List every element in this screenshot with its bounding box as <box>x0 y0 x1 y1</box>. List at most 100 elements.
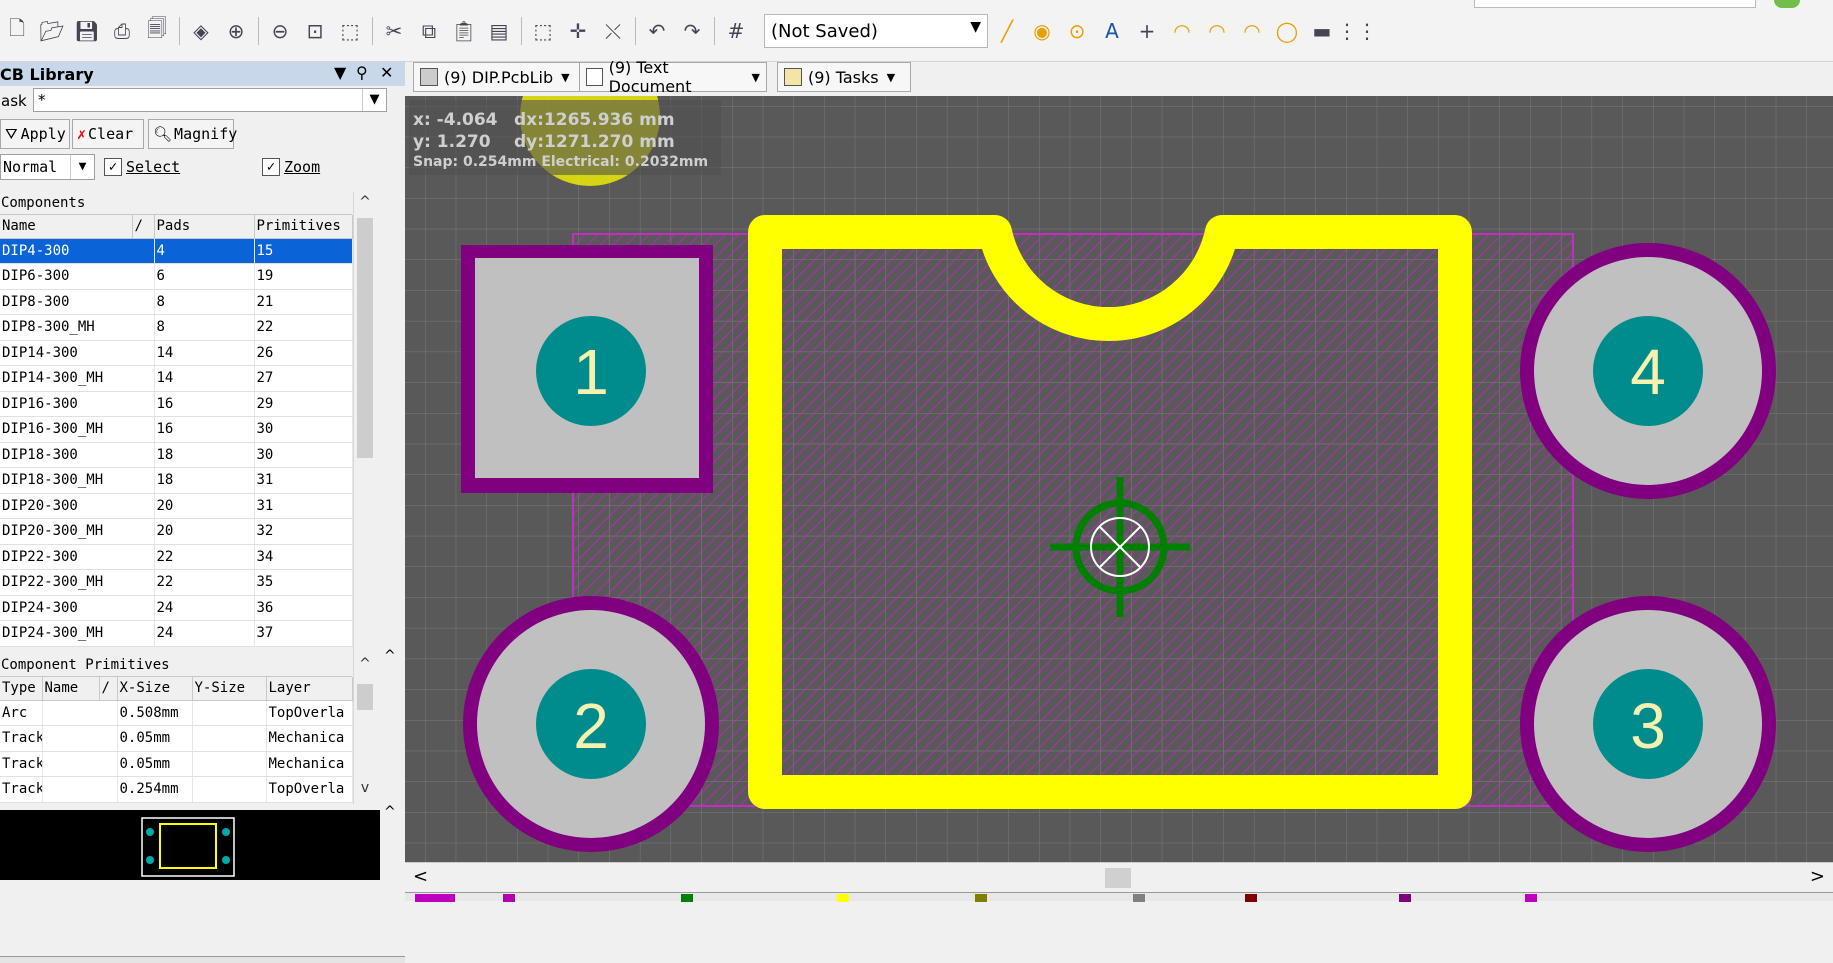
component-row[interactable]: DIP16-300 16 29 <box>0 391 353 417</box>
chevron-right-icon[interactable]: > <box>1810 866 1825 887</box>
place-pad-icon[interactable]: ◉ <box>1025 14 1059 48</box>
chevron-down-icon[interactable]: ▼ <box>561 71 569 84</box>
component-row[interactable]: DIP22-300 22 34 <box>0 544 353 570</box>
pad-2[interactable]: 2 <box>463 596 719 852</box>
primitive-row[interactable]: Arc 0.508mm TopOverla <box>0 700 353 726</box>
component-preview[interactable] <box>0 810 380 880</box>
component-row[interactable]: DIP8-300 8 21 <box>0 289 353 315</box>
component-row[interactable]: DIP18-300_MH 18 31 <box>0 467 353 494</box>
mask-mode-combo[interactable]: Normal ▼ <box>0 154 95 180</box>
cut-icon[interactable]: ✂ <box>377 14 411 48</box>
column-header-x-size[interactable]: X-Size <box>117 677 193 701</box>
chevron-down-icon[interactable]: ▼ <box>887 71 895 84</box>
component-row[interactable]: DIP22-300_MH 22 35 <box>0 569 353 596</box>
arc-center-icon[interactable]: ◠ <box>1165 14 1199 48</box>
place-via-icon[interactable]: ⊙ <box>1060 14 1094 48</box>
column-header-name[interactable]: Name <box>0 215 133 239</box>
column-header-y-size[interactable]: Y-Size <box>192 677 267 701</box>
component-row[interactable]: DIP14-300 14 26 <box>0 340 353 366</box>
select-checkbox[interactable]: ✓ Select <box>104 158 180 176</box>
tab-pcblib[interactable]: (9) DIP.PcbLib ▼ <box>413 62 581 92</box>
chevron-up-icon[interactable]: ^ <box>354 656 376 672</box>
place-coordinate-icon[interactable]: + <box>1130 14 1164 48</box>
magnify-button[interactable]: 🔍︎ Magnify <box>148 119 237 149</box>
chevron-down-icon[interactable]: ▼ <box>362 89 386 111</box>
sort-indicator[interactable]: / <box>99 677 118 701</box>
column-header-layer[interactable]: Layer <box>266 677 353 701</box>
components-scrollbar[interactable]: ^ v <box>353 192 375 704</box>
pcb-drawing[interactable]: 1 2 3 4 <box>405 96 1833 862</box>
zoom-area-icon[interactable]: ⬚ <box>333 14 367 48</box>
copy-icon[interactable]: ⧉ <box>412 14 446 48</box>
component-row[interactable]: DIP8-300_MH 8 22 <box>0 314 353 341</box>
mask-input[interactable]: * ▼ <box>33 88 387 112</box>
new-icon[interactable]: 🗋 <box>0 14 34 48</box>
scroll-thumb[interactable] <box>357 218 373 458</box>
panel-menu-icon[interactable]: ▼ <box>334 63 346 82</box>
component-row[interactable]: DIP4-300 4 15 <box>0 238 353 264</box>
apply-button[interactable]: ⛛ Apply <box>0 119 70 149</box>
tab-text-document[interactable]: (9) Text Document ▼ <box>579 58 767 96</box>
scroll-thumb[interactable] <box>357 684 373 710</box>
rubber-stamp-icon[interactable]: ▤ <box>482 14 516 48</box>
component-row[interactable]: DIP14-300_MH 14 27 <box>0 365 353 392</box>
primitives-scrollbar[interactable]: ^ v <box>353 654 375 804</box>
move-icon[interactable]: ✛ <box>561 14 595 48</box>
full-circle-icon[interactable]: ◯ <box>1270 14 1304 48</box>
deselect-icon[interactable]: ⤬ <box>596 14 630 48</box>
chevron-left-icon[interactable]: < <box>413 866 428 887</box>
collapse-preview-icon[interactable]: ^ <box>384 804 396 820</box>
component-row[interactable]: DIP20-300 20 31 <box>0 493 353 519</box>
primitive-row[interactable]: Track 0.254mm TopOverla <box>0 776 353 803</box>
open-icon[interactable]: 📂︎ <box>35 14 69 48</box>
primitive-row[interactable]: Track 0.05mm Mechanica <box>0 751 353 777</box>
pad-1[interactable]: 1 <box>461 245 713 493</box>
component-row[interactable]: DIP24-300_MH 24 37 <box>0 620 353 647</box>
tab-tasks[interactable]: (9) Tasks ▼ <box>777 62 911 92</box>
primitive-row[interactable]: Track 0.05mm Mechanica <box>0 725 353 752</box>
print-icon[interactable]: ⎙ <box>105 14 139 48</box>
collapse-primitives-icon[interactable]: ^ <box>384 648 396 664</box>
component-row[interactable]: DIP6-300 6 19 <box>0 263 353 290</box>
column-header-type[interactable]: Type <box>0 677 43 701</box>
sort-indicator[interactable]: / <box>132 215 155 239</box>
zoom-in-icon[interactable]: ⊕ <box>219 14 253 48</box>
pin-icon[interactable]: ⚲ <box>356 63 368 82</box>
column-header-primitives[interactable]: Primitives <box>254 215 353 239</box>
redo-icon[interactable]: ↷ <box>675 14 709 48</box>
pad-3[interactable]: 3 <box>1520 596 1776 852</box>
column-header-name[interactable]: Name <box>42 677 100 701</box>
canvas-horizontal-scrollbar[interactable]: < > <box>405 862 1833 892</box>
3d-layer-icon[interactable]: ◈ <box>184 14 218 48</box>
chevron-down-icon[interactable]: ▼ <box>752 71 760 84</box>
scroll-thumb[interactable] <box>1105 868 1131 888</box>
select-area-icon[interactable]: ⬚ <box>526 14 560 48</box>
zoom-checkbox[interactable]: ✓ Zoom <box>262 158 320 176</box>
zoom-fit-icon[interactable]: ⊡ <box>298 14 332 48</box>
search-input[interactable] <box>1474 0 1756 8</box>
place-fill-icon[interactable]: ▬ <box>1305 14 1339 48</box>
undo-icon[interactable]: ↶ <box>640 14 674 48</box>
panel-bottom-tabs[interactable] <box>0 956 405 963</box>
component-row[interactable]: DIP20-300_MH 20 32 <box>0 518 353 545</box>
view-state-combo[interactable]: (Not Saved) ▼ <box>764 14 988 48</box>
component-row[interactable]: DIP16-300_MH 16 30 <box>0 416 353 443</box>
status-indicator-icon[interactable] <box>1774 0 1800 8</box>
place-string-icon[interactable]: A <box>1095 14 1129 48</box>
array-paste-icon[interactable]: ⋮⋮ <box>1337 14 1377 48</box>
arc-any-icon[interactable]: ◠ <box>1235 14 1269 48</box>
pad-4[interactable]: 4 <box>1520 243 1776 499</box>
layer-tabs[interactable] <box>405 892 1833 902</box>
clear-button[interactable]: ✗ Clear <box>72 119 144 149</box>
chevron-up-icon[interactable]: ^ <box>354 194 376 210</box>
close-icon[interactable]: ✕ <box>380 63 393 82</box>
grid-icon[interactable]: # <box>719 14 753 48</box>
component-row[interactable]: DIP24-300 24 36 <box>0 595 353 621</box>
print-preview-icon[interactable]: 🗐 <box>140 14 174 48</box>
zoom-out-icon[interactable]: ⊖ <box>263 14 297 48</box>
arc-edge-icon[interactable]: ◠ <box>1200 14 1234 48</box>
place-line-icon[interactable]: ╱ <box>990 14 1024 48</box>
column-header-pads[interactable]: Pads <box>154 215 255 239</box>
chevron-down-icon[interactable]: v <box>354 780 376 796</box>
component-row[interactable]: DIP18-300 18 30 <box>0 442 353 468</box>
